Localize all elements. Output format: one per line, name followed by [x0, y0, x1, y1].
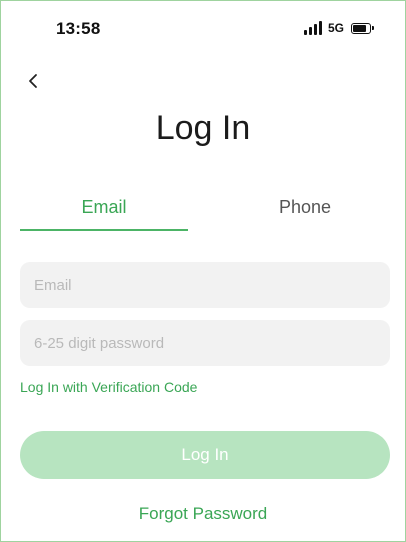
verification-code-login-link[interactable]: Log In with Verification Code — [20, 379, 197, 395]
page-title: Log In — [155, 109, 251, 147]
battery-icon — [351, 22, 374, 34]
status-bar: 13:58 5G — [1, 19, 405, 47]
tab-email[interactable]: Email — [20, 197, 188, 233]
status-time: 13:58 — [56, 19, 101, 38]
login-button[interactable]: Log In — [20, 431, 390, 479]
forgot-password-link[interactable]: Forgot Password — [1, 504, 405, 524]
email-field[interactable] — [20, 262, 390, 308]
status-indicators: 5G — [303, 21, 374, 35]
back-button[interactable] — [21, 69, 45, 93]
password-field[interactable] — [20, 320, 390, 366]
signal-icon — [303, 21, 322, 35]
login-screen: 13:58 5G Log In Email Phone Log In with … — [0, 0, 406, 542]
active-tab-indicator — [20, 229, 188, 231]
login-method-tabs: Email Phone — [20, 197, 390, 233]
network-label: 5G — [327, 21, 344, 35]
tab-phone[interactable]: Phone — [220, 197, 390, 233]
chevron-left-icon — [29, 74, 37, 88]
